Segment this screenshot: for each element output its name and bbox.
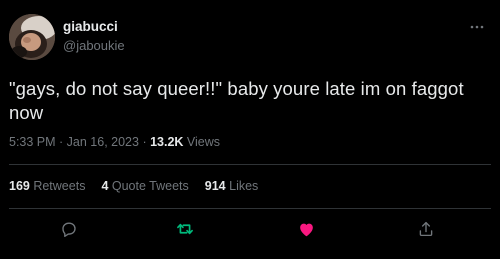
- retweet-arrows-icon: [177, 223, 193, 235]
- retweets-label: Retweets: [29, 179, 86, 193]
- share-upload-icon: [419, 221, 433, 237]
- avatar-image: [9, 14, 55, 60]
- retweets-stat[interactable]: 169 Retweets: [9, 178, 85, 194]
- user-handle[interactable]: @jaboukie: [63, 38, 125, 54]
- likes-label: Likes: [225, 179, 259, 193]
- divider: [9, 208, 491, 209]
- heart-filled-icon: [299, 223, 313, 236]
- reply-bubble-icon: [62, 222, 76, 238]
- share-button[interactable]: [415, 218, 437, 240]
- meta-separator: ·: [55, 135, 67, 149]
- display-name[interactable]: giabucci: [63, 19, 118, 35]
- more-horizontal-icon: [470, 25, 484, 29]
- action-bar: [0, 218, 500, 240]
- divider: [9, 164, 491, 165]
- views-label: Views: [183, 135, 221, 149]
- likes-count: 914: [204, 179, 226, 193]
- tweet-meta: 5:33 PM · Jan 16, 2023 · 13.2K Views: [9, 134, 220, 150]
- tweet-date[interactable]: Jan 16, 2023: [67, 135, 139, 149]
- like-button[interactable]: [295, 218, 317, 240]
- avatar[interactable]: [9, 14, 55, 60]
- meta-separator: ·: [138, 135, 151, 149]
- reply-button[interactable]: [58, 218, 80, 240]
- views-count: 13.2K: [150, 135, 184, 149]
- retweet-button[interactable]: [174, 218, 196, 240]
- likes-stat[interactable]: 914 Likes: [205, 178, 259, 194]
- quote-tweets-stat[interactable]: 4 Quote Tweets: [101, 178, 188, 194]
- tweet: giabucci @jaboukie "gays, do not say que…: [0, 0, 500, 259]
- tweet-text: "gays, do not say queer!!" baby youre la…: [9, 78, 464, 123]
- tweet-time[interactable]: 5:33 PM: [9, 135, 56, 149]
- more-options-button[interactable]: [470, 20, 484, 34]
- engagement-stats: 169 Retweets 4 Quote Tweets 914 Likes: [9, 178, 274, 194]
- quote-tweets-label: Quote Tweets: [108, 179, 189, 193]
- retweets-count: 169: [9, 179, 30, 193]
